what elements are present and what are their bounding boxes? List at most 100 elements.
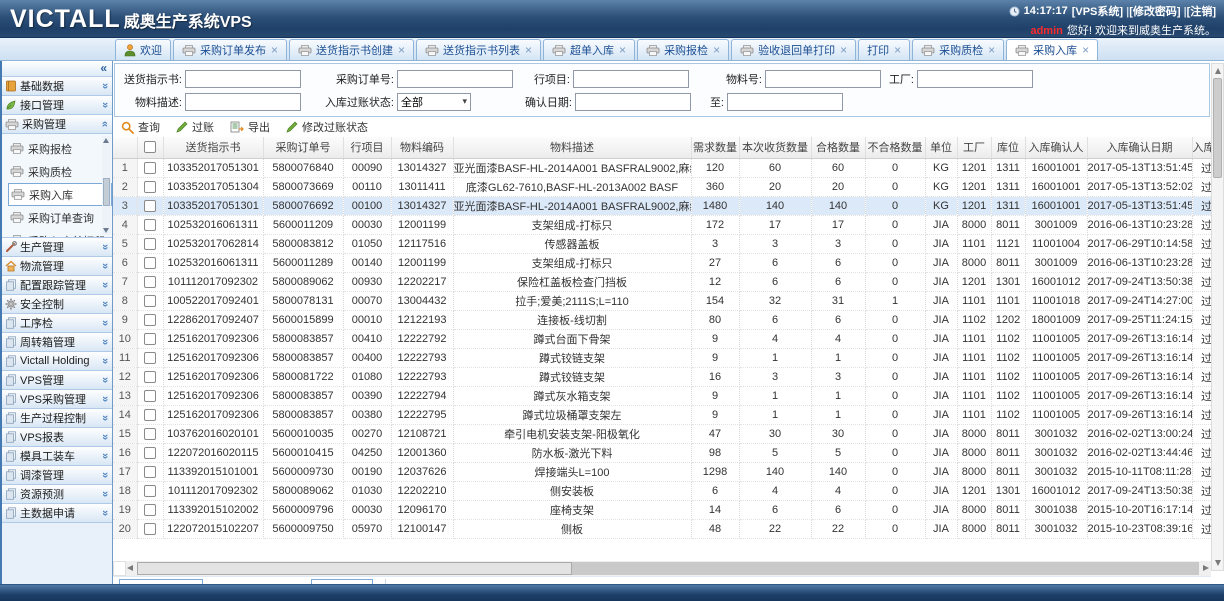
row-checkbox[interactable] — [144, 314, 156, 326]
filter-select-posting-status[interactable]: 全部▾ — [397, 93, 471, 111]
tab-purchase-qc[interactable]: 采购质检× — [912, 39, 1004, 60]
vertical-scrollbar[interactable] — [1211, 63, 1224, 571]
tab-close-icon[interactable]: × — [840, 45, 847, 55]
header-link-0[interactable]: [VPS系统] — [1072, 6, 1123, 18]
filter-input-delivery-note[interactable] — [185, 70, 301, 88]
scroll-up-arrow-icon[interactable] — [1215, 68, 1221, 74]
sidebar-group-purchase-mgmt[interactable]: 采购管理» — [2, 115, 112, 134]
select-all-checkbox[interactable] — [144, 141, 156, 153]
row-checkbox[interactable] — [144, 162, 156, 174]
table-row[interactable]: 1810111201709230258000890620103012202210… — [113, 481, 1211, 500]
table-row[interactable]: 610253201606131156000112890014012001199支… — [113, 253, 1211, 272]
table-row[interactable]: 912286201709240756000158990001012122193连… — [113, 310, 1211, 329]
table-row[interactable]: 1510376201602010156000100350027012108721… — [113, 424, 1211, 443]
export-button[interactable]: 导出 — [230, 119, 270, 135]
filter-input-material-desc[interactable] — [185, 93, 301, 111]
tab-return-slip-print[interactable]: 验收退回单打印× — [731, 39, 856, 60]
row-checkbox[interactable] — [144, 257, 156, 269]
row-checkbox[interactable] — [144, 276, 156, 288]
row-checkbox[interactable] — [144, 371, 156, 383]
table-row[interactable]: 210335201705130458000736690011013011411底… — [113, 177, 1211, 196]
scroll-left-arrow-icon[interactable] — [127, 565, 133, 571]
row-checkbox[interactable] — [144, 466, 156, 478]
filter-input-line-item[interactable] — [573, 70, 689, 88]
header-link-1[interactable]: [修改密码] — [1129, 6, 1180, 18]
row-checkbox[interactable] — [144, 504, 156, 516]
sidebar-item-purchase-inspection[interactable]: 采购报检 — [8, 137, 112, 160]
sidebar-item-purchase-qc[interactable]: 采购质检 — [8, 160, 112, 183]
sidebar-group-process-check[interactable]: 工序检» — [2, 314, 112, 333]
table-row[interactable]: 710111201709230258000890620093012202217保… — [113, 272, 1211, 291]
scroll-thumb[interactable] — [1213, 78, 1222, 178]
filter-input-confirm-date-from[interactable] — [575, 93, 691, 111]
sidebar-group-victall-holding[interactable]: Victall Holding» — [2, 352, 112, 371]
sidebar-group-resource-forecast[interactable]: 资源预测» — [2, 485, 112, 504]
filter-input-confirm-date-to[interactable] — [727, 93, 843, 111]
table-row[interactable]: 1112516201709230658000838570040012222793… — [113, 348, 1211, 367]
sidebar-group-config-track-mgmt[interactable]: 配置跟踪管理» — [2, 276, 112, 295]
sidebar-group-mold-tooling-cart[interactable]: 模具工装车» — [2, 447, 112, 466]
tab-close-icon[interactable]: × — [894, 45, 901, 55]
sidebar-group-logistics-mgmt[interactable]: 物流管理» — [2, 257, 112, 276]
tab-close-icon[interactable]: × — [398, 45, 405, 55]
table-row[interactable]: 1911339201510200256000097960003012096170… — [113, 500, 1211, 519]
table-row[interactable]: 1612207201602011556000104150425012001360… — [113, 443, 1211, 462]
row-checkbox[interactable] — [144, 409, 156, 421]
row-checkbox[interactable] — [144, 295, 156, 307]
pagination-control[interactable] — [311, 579, 373, 584]
pagination-control[interactable] — [119, 579, 203, 584]
submenu-scrollbar[interactable] — [102, 136, 111, 235]
filter-input-plant[interactable] — [917, 70, 1033, 88]
row-checkbox[interactable] — [144, 447, 156, 459]
row-checkbox[interactable] — [144, 219, 156, 231]
query-button[interactable]: 查询 — [121, 119, 160, 135]
sidebar-group-prod-process-control[interactable]: 生产过程控制» — [2, 409, 112, 428]
modify-posting-status-button[interactable]: 修改过账状态 — [286, 119, 368, 135]
row-checkbox[interactable] — [144, 523, 156, 535]
row-checkbox[interactable] — [144, 428, 156, 440]
tab-print[interactable]: 打印× — [858, 39, 910, 60]
tab-close-icon[interactable]: × — [988, 45, 995, 55]
sidebar-collapse-button[interactable]: « — [2, 61, 112, 77]
scroll-right-arrow-icon[interactable] — [1203, 565, 1209, 571]
header-link-2[interactable]: [注销] — [1187, 6, 1216, 18]
tab-close-icon[interactable]: × — [619, 45, 626, 55]
table-row[interactable]: 2012207201510220756000097500597012100147… — [113, 519, 1211, 538]
sidebar-group-base-data[interactable]: 基础数据» — [2, 77, 112, 96]
row-checkbox[interactable] — [144, 200, 156, 212]
table-row[interactable]: 810052201709240158000781310007013004432拉… — [113, 291, 1211, 310]
post-button[interactable]: 过账 — [176, 119, 214, 135]
tab-welcome[interactable]: 欢迎 — [115, 39, 171, 60]
tab-close-icon[interactable]: × — [271, 45, 278, 55]
table-row[interactable]: 1212516201709230658000817220108012222793… — [113, 367, 1211, 386]
tab-delivery-note-create[interactable]: 送货指示书创建× — [289, 39, 414, 60]
sidebar-group-tote-mgmt[interactable]: 周转箱管理» — [2, 333, 112, 352]
horizontal-scrollbar[interactable] — [113, 561, 1211, 576]
tab-purchase-inbound[interactable]: 采购入库× — [1006, 39, 1098, 60]
sidebar-group-vps-mgmt[interactable]: VPS管理» — [2, 371, 112, 390]
table-row[interactable]: 1012516201709230658000838570041012222792… — [113, 329, 1211, 348]
tab-over-order-inbound[interactable]: 超单入库× — [543, 39, 635, 60]
filter-input-material-no[interactable] — [765, 70, 881, 88]
tab-close-icon[interactable]: × — [525, 45, 532, 55]
row-checkbox[interactable] — [144, 181, 156, 193]
sidebar-item-inbound-slip-print[interactable]: 采购入库单打印 — [8, 229, 112, 238]
sidebar-item-purchase-inbound[interactable]: 采购入库 — [8, 183, 112, 206]
table-row[interactable]: 410253201606131156000112090003012001199支… — [113, 215, 1211, 234]
table-row[interactable]: 1312516201709230658000838570039012222794… — [113, 386, 1211, 405]
scroll-up-arrow-icon[interactable] — [103, 138, 109, 143]
row-checkbox[interactable] — [144, 352, 156, 364]
scroll-thumb[interactable] — [103, 178, 110, 206]
sidebar-group-interface-mgmt[interactable]: 接口管理» — [2, 96, 112, 115]
sidebar-group-master-data-request[interactable]: 主数据申请» — [2, 504, 112, 523]
tab-purchase-inspection[interactable]: 采购报检× — [637, 39, 729, 60]
row-checkbox[interactable] — [144, 485, 156, 497]
tab-close-icon[interactable]: × — [713, 45, 720, 55]
sidebar-group-paint-mix-mgmt[interactable]: 调漆管理» — [2, 466, 112, 485]
sidebar-group-security-control[interactable]: 安全控制» — [2, 295, 112, 314]
tab-po-publish[interactable]: 采购订单发布× — [173, 39, 287, 60]
row-checkbox[interactable] — [144, 238, 156, 250]
sidebar-group-vps-reports[interactable]: VPS报表» — [2, 428, 112, 447]
table-row[interactable]: 310335201705130158000766920010013014327亚… — [113, 196, 1211, 215]
tab-close-icon[interactable]: × — [1082, 45, 1089, 55]
